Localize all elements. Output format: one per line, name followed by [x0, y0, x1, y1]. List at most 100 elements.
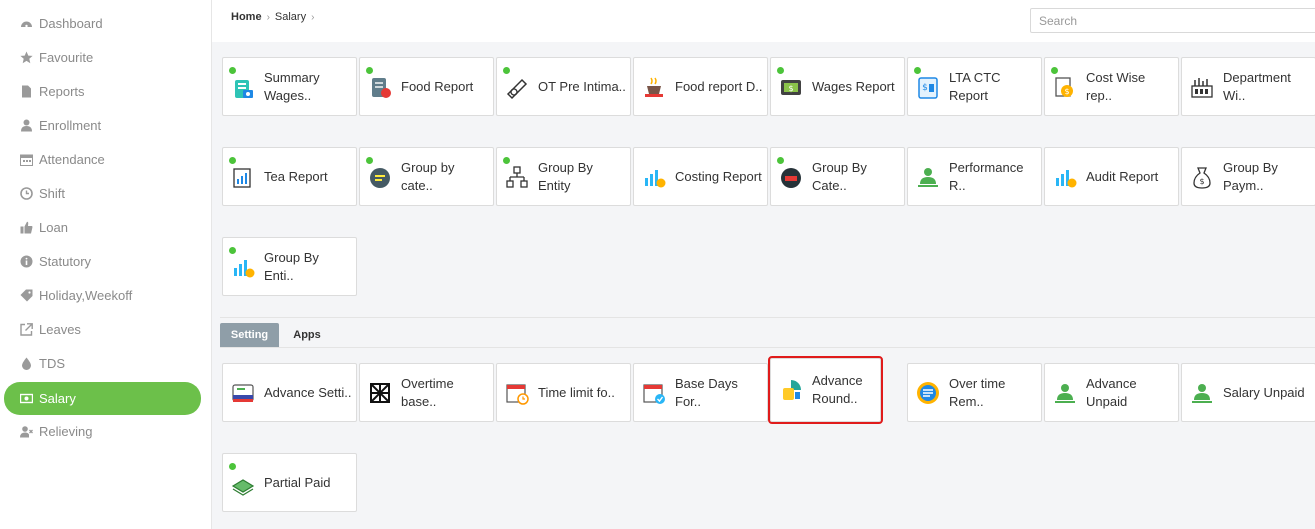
food-report-d-icon — [641, 74, 667, 100]
sidebar-item-label: Salary — [39, 391, 76, 406]
setting-card-overtime-rem[interactable]: Over time Rem.. — [907, 363, 1042, 422]
sidebar-item-leaves[interactable]: Leaves — [4, 313, 201, 345]
card-label: Group By Cate.. — [812, 159, 867, 193]
wages-report-icon: $ — [778, 74, 804, 100]
sidebar-item-reports[interactable]: Reports — [4, 75, 201, 107]
calendar-icon — [20, 153, 33, 166]
svg-text:$: $ — [922, 83, 928, 93]
lta-ctc-icon: $ — [915, 74, 941, 100]
sidebar-item-label: Favourite — [39, 49, 94, 65]
sidebar-item-favourite[interactable]: Favourite — [4, 41, 201, 73]
card-label: Performance R.. — [949, 159, 1024, 193]
report-card-lta-ctc[interactable]: $ LTA CTC Report — [907, 57, 1042, 116]
report-card-department[interactable]: Department Wi.. — [1181, 57, 1315, 116]
report-card-food-report-d[interactable]: Food report D.. — [633, 57, 768, 116]
report-card-costing-report[interactable]: Costing Report — [633, 147, 768, 206]
report-card-cost-wise[interactable]: $ Cost Wise rep.. — [1044, 57, 1179, 116]
report-card-summary-wages[interactable]: Summary Wages.. — [222, 57, 357, 116]
group-by-category-icon — [367, 164, 393, 190]
tab-underline — [220, 347, 1315, 348]
card-label: Advance Setti.. — [264, 384, 352, 400]
user-times-icon — [20, 425, 33, 438]
setting-card-advance-unpaid[interactable]: Advance Unpaid — [1044, 363, 1179, 422]
costing-report-icon — [641, 164, 667, 190]
report-card-wages-report[interactable]: $ Wages Report — [770, 57, 905, 116]
report-card-group-by-category[interactable]: Group by cate.. — [359, 147, 494, 206]
card-label: Group By Paym.. — [1223, 159, 1278, 193]
advance-round-icon — [778, 377, 804, 403]
report-card-group-by-payment[interactable]: $ Group By Paym.. — [1181, 147, 1315, 206]
card-label: Over time Rem.. — [949, 375, 1006, 409]
sidebar-item-tds[interactable]: TDS — [4, 347, 201, 379]
sidebar-item-label: Reports — [39, 83, 85, 99]
setting-card-salary-unpaid[interactable]: Salary Unpaid — [1181, 363, 1315, 422]
sidebar-item-salary[interactable]: Salary — [4, 382, 201, 415]
card-label: Food report D.. — [675, 78, 763, 94]
external-link-icon — [20, 322, 33, 336]
sidebar-item-shift[interactable]: Shift — [4, 177, 201, 209]
report-card-group-by-entity[interactable]: Group By Entity — [496, 147, 631, 206]
department-icon — [1189, 74, 1215, 100]
star-icon — [20, 51, 33, 64]
report-card-audit-report[interactable]: Audit Report — [1044, 147, 1179, 206]
card-label: Wages Report — [812, 78, 895, 94]
sidebar-item-attendance[interactable]: Attendance — [4, 143, 201, 175]
setting-card-partial-paid[interactable]: Partial Paid — [222, 453, 357, 512]
card-label: Tea Report — [264, 168, 328, 184]
card-label: Salary Unpaid — [1223, 384, 1305, 400]
setting-card-time-limit[interactable]: Time limit fo.. — [496, 363, 631, 422]
sidebar-item-label: Dashboard — [39, 15, 103, 31]
card-label: Partial Paid — [264, 474, 331, 490]
drop-icon — [20, 357, 33, 370]
cost-wise-icon: $ — [1052, 74, 1078, 100]
clock-icon — [20, 186, 33, 200]
base-days-icon — [641, 380, 667, 406]
sidebar-item-label: Enrollment — [39, 117, 102, 133]
card-label: Group By Entity — [538, 159, 593, 193]
breadcrumb-home[interactable]: Home — [231, 11, 262, 23]
sidebar-item-holiday-weekoff[interactable]: Holiday,Weekoff — [4, 279, 201, 311]
breadcrumb-current[interactable]: Salary — [275, 11, 306, 23]
status-dot — [366, 67, 373, 74]
audit-report-icon — [1052, 164, 1078, 190]
report-card-food-report[interactable]: Food Report — [359, 57, 494, 116]
tab-apps[interactable]: Apps — [284, 323, 330, 347]
setting-card-advance-settings[interactable]: Advance Setti.. — [222, 363, 357, 422]
setting-card-base-days[interactable]: Base Days For.. — [633, 363, 768, 422]
sidebar-item-enrollment[interactable]: Enrollment — [4, 109, 201, 141]
tab-setting[interactable]: Setting — [220, 323, 279, 347]
sidebar-item-dashboard[interactable]: Dashboard — [4, 7, 201, 39]
overtime-rem-icon — [915, 380, 941, 406]
report-card-group-by-enti[interactable]: Group By Enti.. — [222, 237, 357, 296]
report-card-performance[interactable]: Performance R.. — [907, 147, 1042, 206]
food-report-icon — [367, 74, 393, 100]
sidebar-item-relieving[interactable]: Relieving — [4, 415, 201, 447]
status-dot — [229, 247, 236, 254]
report-card-ot-pre-intimation[interactable]: OT Pre Intima.. — [496, 57, 631, 116]
card-label: Group By Enti.. — [264, 249, 319, 283]
card-label: Summary Wages.. — [264, 69, 320, 103]
setting-card-advance-round[interactable]: Advance Round.. — [768, 356, 883, 424]
top-bar: Home › Salary › — [212, 0, 1315, 42]
sidebar-item-statutory[interactable]: Statutory — [4, 245, 201, 277]
status-dot — [914, 67, 921, 74]
card-label: Department Wi.. — [1223, 69, 1291, 103]
advance-unpaid-icon — [1052, 380, 1078, 406]
sidebar-item-loan[interactable]: Loan — [4, 211, 201, 243]
status-dot — [366, 157, 373, 164]
setting-card-overtime-base[interactable]: Overtime base.. — [359, 363, 494, 422]
group-by-enti-icon — [230, 254, 256, 280]
status-dot — [503, 157, 510, 164]
card-label: Audit Report — [1086, 168, 1159, 184]
search-input[interactable] — [1030, 8, 1315, 33]
card-label: Food Report — [401, 78, 474, 94]
sidebar-item-label: Attendance — [39, 151, 105, 167]
report-card-group-by-cate[interactable]: Group By Cate.. — [770, 147, 905, 206]
report-card-tea-report[interactable]: Tea Report — [222, 147, 357, 206]
card-label: Overtime base.. — [401, 375, 454, 409]
svg-text:$: $ — [1199, 177, 1204, 186]
sidebar-item-label: Leaves — [39, 321, 81, 337]
info-icon — [20, 255, 33, 268]
chevron-right-icon: › — [311, 11, 315, 23]
thumbs-up-icon — [20, 221, 33, 234]
